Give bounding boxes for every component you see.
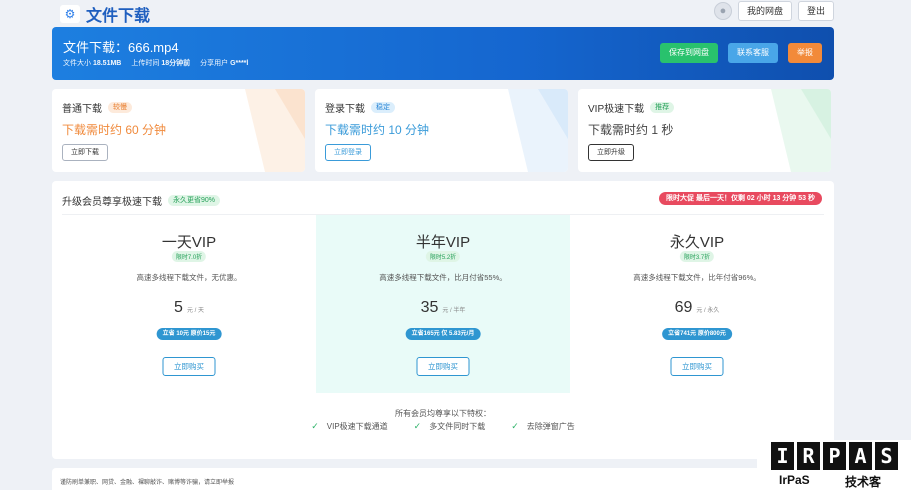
plan-name: 永久VIP	[669, 234, 725, 251]
price-unit: 元 / 永久	[696, 308, 720, 314]
normal-download-card: 普通下载 较慢 下载需时约 60 分钟 立即下载	[52, 89, 305, 172]
card-decoration	[508, 89, 568, 172]
price-unit: 元 / 天	[186, 308, 204, 314]
vip-save-tag: 永久更省90%	[168, 195, 221, 206]
watermark-letter: P	[823, 442, 846, 470]
upgrade-now-button[interactable]: 立即升级	[588, 144, 634, 161]
perks-title: 所有会员均尊享以下特权：	[395, 409, 491, 418]
card-decoration	[245, 89, 305, 172]
gear-icon: ⚙	[60, 5, 80, 23]
user-avatar[interactable]: ●	[713, 2, 732, 20]
perks-list: ✓ VIP极速下载通道 ✓ 多文件同时下载 ✓ 去除弹窗广告	[52, 421, 834, 432]
download-now-button[interactable]: 立即下载	[62, 144, 108, 161]
upload-time: 上传时间 18分钟前	[131, 60, 191, 67]
download-time: 下载需时约 10 分钟	[325, 123, 430, 137]
price-value: 5	[174, 299, 183, 316]
watermark-letter: S	[875, 442, 898, 470]
savings-badge: 立省 10元 原价15元	[156, 328, 222, 340]
speed-tag: 较慢	[108, 102, 132, 113]
file-meta: 文件大小 18.51MB 上传时间 18分钟前 分享用户 G****l	[63, 58, 248, 68]
watermark-letter: R	[797, 442, 820, 470]
watermark-letter: I	[771, 442, 794, 470]
file-banner: 文件下载：666.mp4 文件大小 18.51MB 上传时间 18分钟前 分享用…	[52, 27, 834, 80]
price-value: 69	[674, 299, 693, 316]
vip-section: 升级会员尊享极速下载 永久更省90% 限时大促 最后一天！仅剩 02 小时 13…	[52, 181, 834, 459]
plan-name: 半年VIP	[415, 234, 471, 251]
download-time: 下载需时约 60 分钟	[62, 123, 167, 137]
countdown-badge: 限时大促 最后一天！仅剩 02 小时 13 分钟 53 秒	[659, 192, 822, 205]
card-title: 登录下载	[325, 104, 365, 115]
card-title: 普通下载	[62, 104, 102, 115]
watermark-logo: I R P A S IrPaS 技术客	[757, 440, 911, 490]
plan-half-year: 半年VIP 限时5.2折 高速多线程下载文件，比月付省55%。 35 元 / 半年…	[316, 215, 570, 393]
vip-section-title: 升级会员尊享极速下载	[62, 197, 162, 208]
sharer: 分享用户 G****l	[200, 60, 249, 67]
vip-download-card: VIP极速下载 推荐 下载需时约 1 秒 立即升级	[578, 89, 831, 172]
discount-tag: 限时7.0折	[171, 251, 207, 262]
discount-tag: 限时3.7折	[679, 251, 715, 262]
watermark-right-text: 技术客	[845, 475, 882, 489]
plan-one-day: 一天VIP 限时7.0折 高速多线程下载文件，无优惠。 5元 / 天 立省 10…	[62, 215, 316, 393]
price-value: 35	[420, 299, 439, 316]
check-icon: ✓	[311, 421, 319, 431]
login-now-button[interactable]: 立即登录	[325, 144, 371, 161]
perk-item: ✓ VIP极速下载通道	[311, 421, 388, 431]
report-button[interactable]: 举报	[788, 43, 822, 63]
recommend-tag: 推荐	[650, 102, 675, 113]
card-decoration	[771, 89, 831, 172]
file-size: 文件大小 18.51MB	[63, 60, 122, 67]
site-title: 文件下载	[86, 8, 151, 25]
watermark-letter: A	[849, 442, 872, 470]
vip-plans: 一天VIP 限时7.0折 高速多线程下载文件，无优惠。 5元 / 天 立省 10…	[62, 214, 824, 393]
site-logo[interactable]: ⚙ 文件下载	[60, 2, 150, 26]
buy-now-button[interactable]: 立即购买	[670, 357, 724, 376]
fraud-warning: 谨防刷单兼职、网贷、金融、裸聊敲诈、赌博等诈骗，请立即举报	[60, 480, 235, 486]
footer: 谨防刷单兼职、网贷、金融、裸聊敲诈、赌博等诈骗，请立即举报	[52, 468, 834, 490]
login-download-card: 登录下载 稳定 下载需时约 10 分钟 立即登录	[315, 89, 568, 172]
perk-item: ✓ 去除弹窗广告	[511, 421, 575, 431]
savings-badge: 立省165元 仅 5.83元/月	[405, 328, 481, 340]
card-title: VIP极速下载	[588, 104, 645, 115]
perk-item: ✓ 多文件同时下载	[413, 421, 486, 431]
plan-description: 高速多线程下载文件，比年付省96%。	[633, 273, 761, 282]
top-bar: ⚙ 文件下载 ● 我的网盘 登出	[0, 0, 911, 26]
buy-now-button[interactable]: 立即购买	[162, 357, 216, 376]
plan-name: 一天VIP	[161, 234, 217, 251]
plan-description: 高速多线程下载文件，无优惠。	[136, 273, 242, 282]
save-to-drive-button[interactable]: 保存到网盘	[660, 43, 718, 63]
file-title: 文件下载：666.mp4	[63, 40, 179, 55]
price-unit: 元 / 半年	[442, 308, 466, 314]
check-icon: ✓	[511, 421, 519, 431]
plan-price: 69 元 / 永久	[570, 299, 824, 317]
plan-lifetime: 永久VIP 限时3.7折 高速多线程下载文件，比年付省96%。 69 元 / 永久…	[570, 215, 824, 393]
plan-description: 高速多线程下载文件，比月付省55%。	[379, 273, 507, 282]
logout-button[interactable]: 登出	[797, 1, 834, 21]
plan-price: 5元 / 天	[62, 299, 316, 317]
stable-tag: 稳定	[371, 102, 395, 113]
savings-badge: 立省741元 原价800元	[662, 328, 732, 340]
watermark-left-text: IrPaS	[779, 473, 810, 487]
download-time: 下载需时约 1 秒	[588, 123, 674, 137]
my-drive-button[interactable]: 我的网盘	[737, 1, 792, 21]
buy-now-button[interactable]: 立即购买	[416, 357, 470, 376]
contact-service-button[interactable]: 联系客服	[728, 43, 778, 63]
discount-tag: 限时5.2折	[425, 251, 461, 262]
plan-price: 35 元 / 半年	[316, 299, 570, 317]
check-icon: ✓	[413, 421, 422, 431]
